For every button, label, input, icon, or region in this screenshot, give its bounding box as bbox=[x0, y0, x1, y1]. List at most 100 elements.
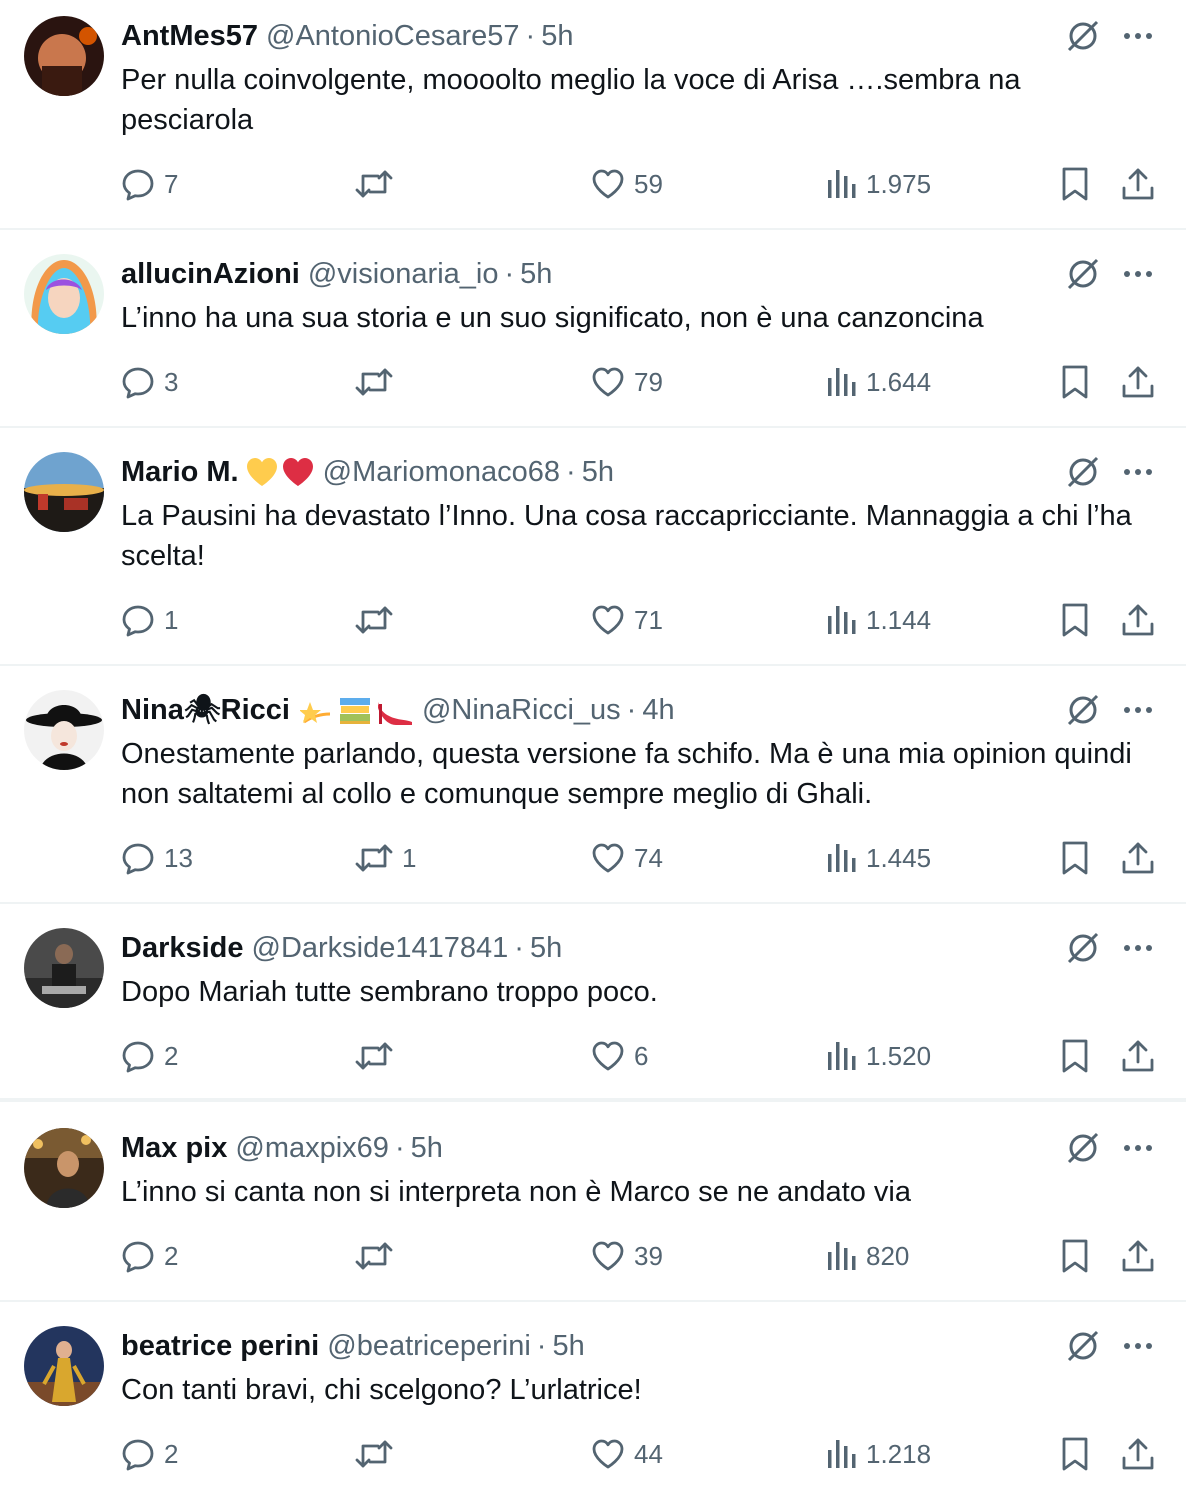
like-count: 74 bbox=[634, 842, 663, 873]
more-options-icon[interactable] bbox=[1120, 454, 1156, 490]
retweet-button[interactable]: 1 bbox=[354, 838, 416, 878]
retweet-button[interactable] bbox=[354, 1036, 402, 1076]
avatar[interactable] bbox=[24, 452, 104, 532]
reply-button[interactable]: 2 bbox=[120, 1434, 178, 1474]
tweet[interactable]: allucinAzioni @visionaria_io · 5h L’inno… bbox=[0, 230, 1186, 428]
views-button[interactable]: 1.975 bbox=[826, 164, 931, 204]
avatar[interactable] bbox=[24, 16, 104, 96]
tweet[interactable]: Max pix @maxpix69 · 5h L’inno si canta n… bbox=[0, 1102, 1186, 1302]
tweet[interactable]: Darkside @Darkside1417841 · 5h Dopo Mari… bbox=[0, 904, 1186, 1102]
retweet-button[interactable] bbox=[354, 362, 402, 402]
reply-icon bbox=[122, 843, 154, 875]
tweet[interactable]: Nina🕷Ricci @NinaRicci_us · 4h Onestament… bbox=[0, 666, 1186, 904]
more-options-icon[interactable] bbox=[1120, 692, 1156, 728]
timestamp[interactable]: 4h bbox=[642, 694, 674, 727]
grok-icon[interactable] bbox=[1064, 1327, 1102, 1365]
views-button[interactable]: 820 bbox=[826, 1236, 909, 1276]
bookmark-button[interactable] bbox=[1058, 838, 1092, 878]
bookmark-button[interactable] bbox=[1058, 1236, 1092, 1276]
views-button[interactable]: 1.520 bbox=[826, 1036, 931, 1076]
reply-button[interactable]: 13 bbox=[120, 838, 193, 878]
like-button[interactable]: 79 bbox=[590, 362, 663, 402]
user-handle[interactable]: @beatriceperini bbox=[327, 1330, 531, 1363]
timestamp[interactable]: 5h bbox=[541, 20, 573, 53]
like-button[interactable]: 6 bbox=[590, 1036, 648, 1076]
timestamp[interactable]: 5h bbox=[582, 456, 614, 489]
user-handle[interactable]: @visionaria_io bbox=[308, 258, 499, 291]
share-button[interactable] bbox=[1120, 362, 1156, 402]
display-name[interactable]: beatrice perini bbox=[121, 1330, 319, 1363]
more-options-icon[interactable] bbox=[1120, 1328, 1156, 1364]
user-handle[interactable]: @maxpix69 bbox=[235, 1132, 389, 1165]
reply-button[interactable]: 2 bbox=[120, 1236, 178, 1276]
timestamp[interactable]: 5h bbox=[530, 932, 562, 965]
views-button[interactable]: 1.144 bbox=[826, 600, 931, 640]
avatar[interactable] bbox=[24, 1326, 104, 1406]
display-name[interactable]: AntMes57 bbox=[121, 20, 258, 53]
more-options-icon[interactable] bbox=[1120, 18, 1156, 54]
retweet-icon bbox=[355, 606, 393, 634]
bookmark-button[interactable] bbox=[1058, 1036, 1092, 1076]
share-button[interactable] bbox=[1120, 600, 1156, 640]
grok-icon[interactable] bbox=[1064, 691, 1102, 729]
tweet-actions: 2 44 1.218 bbox=[0, 1434, 1186, 1474]
like-button[interactable]: 74 bbox=[590, 838, 663, 878]
share-button[interactable] bbox=[1120, 164, 1156, 204]
share-button[interactable] bbox=[1120, 1434, 1156, 1474]
grok-icon[interactable] bbox=[1064, 1129, 1102, 1167]
separator: · bbox=[566, 455, 576, 488]
grok-icon[interactable] bbox=[1064, 255, 1102, 293]
share-icon bbox=[1122, 1438, 1154, 1470]
display-name[interactable]: allucinAzioni bbox=[121, 258, 300, 291]
timestamp[interactable]: 5h bbox=[520, 258, 552, 291]
timestamp[interactable]: 5h bbox=[552, 1330, 584, 1363]
more-options-icon[interactable] bbox=[1120, 1130, 1156, 1166]
retweet-button[interactable] bbox=[354, 164, 402, 204]
like-button[interactable]: 44 bbox=[590, 1434, 663, 1474]
retweet-button[interactable] bbox=[354, 600, 402, 640]
bookmark-button[interactable] bbox=[1058, 362, 1092, 402]
bookmark-button[interactable] bbox=[1058, 1434, 1092, 1474]
tweet[interactable]: beatrice perini @beatriceperini · 5h Con… bbox=[0, 1302, 1186, 1498]
bookmark-button[interactable] bbox=[1058, 600, 1092, 640]
user-handle[interactable]: @NinaRicci_us bbox=[422, 694, 621, 727]
user-handle[interactable]: @AntonioCesare57 bbox=[266, 20, 520, 53]
grok-icon[interactable] bbox=[1064, 929, 1102, 967]
user-handle[interactable]: @Mariomonaco68 bbox=[323, 456, 560, 489]
bookmark-button[interactable] bbox=[1058, 164, 1092, 204]
display-name[interactable]: Max pix bbox=[121, 1132, 227, 1165]
reply-button[interactable]: 1 bbox=[120, 600, 178, 640]
share-button[interactable] bbox=[1120, 1036, 1156, 1076]
more-options-icon[interactable] bbox=[1120, 930, 1156, 966]
views-button[interactable]: 1.445 bbox=[826, 838, 931, 878]
grok-icon[interactable] bbox=[1064, 17, 1102, 55]
reply-button[interactable]: 7 bbox=[120, 164, 178, 204]
user-handle[interactable]: @Darkside1417841 bbox=[252, 932, 509, 965]
heart-icon bbox=[592, 1439, 624, 1469]
share-button[interactable] bbox=[1120, 838, 1156, 878]
avatar[interactable] bbox=[24, 254, 104, 334]
avatar[interactable] bbox=[24, 690, 104, 770]
views-button[interactable]: 1.644 bbox=[826, 362, 931, 402]
more-options-icon[interactable] bbox=[1120, 256, 1156, 292]
reply-button[interactable]: 2 bbox=[120, 1036, 178, 1076]
tweet[interactable]: Mario M. @Mariomonaco68 · 5h La Pausini … bbox=[0, 428, 1186, 666]
tweet-text: L’inno ha una sua storia e un suo signif… bbox=[121, 302, 984, 334]
tweet[interactable]: AntMes57 @AntonioCesare57 · 5h Per nulla… bbox=[0, 0, 1186, 230]
views-button[interactable]: 1.218 bbox=[826, 1434, 931, 1474]
display-name[interactable]: Darkside bbox=[121, 932, 244, 965]
like-button[interactable]: 59 bbox=[590, 164, 663, 204]
reply-button[interactable]: 3 bbox=[120, 362, 178, 402]
retweet-button[interactable] bbox=[354, 1236, 402, 1276]
grok-icon[interactable] bbox=[1064, 453, 1102, 491]
like-button[interactable]: 71 bbox=[590, 600, 663, 640]
retweet-button[interactable] bbox=[354, 1434, 402, 1474]
timestamp[interactable]: 5h bbox=[411, 1132, 443, 1165]
avatar[interactable] bbox=[24, 1128, 104, 1208]
share-button[interactable] bbox=[1120, 1236, 1156, 1276]
display-name[interactable]: Mario M. bbox=[121, 456, 239, 489]
display-name[interactable]: Nina🕷Ricci bbox=[121, 693, 290, 727]
like-button[interactable]: 39 bbox=[590, 1236, 663, 1276]
tweet-text: La Pausini ha devastato l’Inno. Una cosa… bbox=[121, 500, 1132, 572]
avatar[interactable] bbox=[24, 928, 104, 1008]
